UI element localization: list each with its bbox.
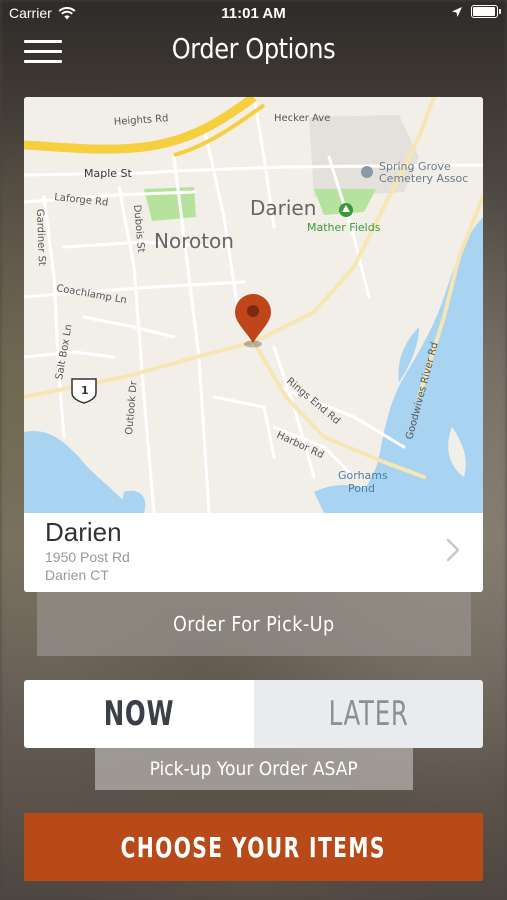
timing-description: Pick-up Your Order ASAP — [95, 748, 413, 790]
status-bar: Carrier 11:01 AM — [0, 0, 507, 28]
chevron-right-icon — [446, 538, 460, 562]
order-type-label: Order For Pick-Up — [173, 612, 335, 636]
status-right — [451, 5, 501, 18]
map-label-gorhams: Gorhams — [338, 469, 388, 482]
map-label-darien: Darien — [250, 196, 316, 220]
map-label-pond: Pond — [348, 482, 375, 495]
timing-toggle: NOW LATER — [24, 680, 483, 748]
choose-items-label: CHOOSE YOUR ITEMS — [120, 830, 387, 864]
now-option[interactable]: NOW — [24, 680, 254, 748]
page-title: Order Options — [171, 32, 336, 65]
map-label-mather-fields: Mather Fields — [307, 221, 381, 234]
store-address-line1: 1950 Post Rd — [45, 549, 130, 565]
choose-items-button[interactable]: CHOOSE YOUR ITEMS — [24, 813, 483, 881]
cemetery-icon — [361, 166, 373, 178]
map-label-maple-st: Maple St — [84, 167, 133, 180]
location-arrow-icon — [452, 6, 462, 17]
map-label-hecker-ave: Hecker Ave — [274, 113, 330, 124]
store-address-line2: Darien CT — [45, 567, 109, 583]
store-card: Heights Rd Hecker Ave Maple St Laforge R… — [24, 97, 483, 592]
map-label-gardiner-st: Gardiner St — [34, 209, 47, 266]
battery-icon — [471, 5, 501, 18]
battery-fill — [473, 7, 495, 16]
svg-text:1: 1 — [81, 384, 89, 397]
route-shield-icon: 1 — [71, 378, 97, 404]
later-label: LATER — [328, 694, 409, 734]
store-location-row[interactable]: Darien 1950 Post Rd Darien CT — [24, 513, 483, 592]
map-label-cemetery-assoc: Cemetery Assoc — [379, 172, 468, 185]
map-label-noroton: Noroton — [154, 229, 234, 253]
later-option[interactable]: LATER — [253, 680, 483, 748]
store-map[interactable]: Heights Rd Hecker Ave Maple St Laforge R… — [24, 97, 483, 513]
order-type-button[interactable]: Order For Pick-Up — [37, 592, 471, 656]
timing-description-label: Pick-up Your Order ASAP — [149, 758, 359, 780]
navigation-bar: Order Options — [0, 28, 507, 74]
status-time: 11:01 AM — [221, 5, 286, 22]
store-name: Darien — [45, 517, 122, 547]
now-label: NOW — [103, 694, 174, 734]
